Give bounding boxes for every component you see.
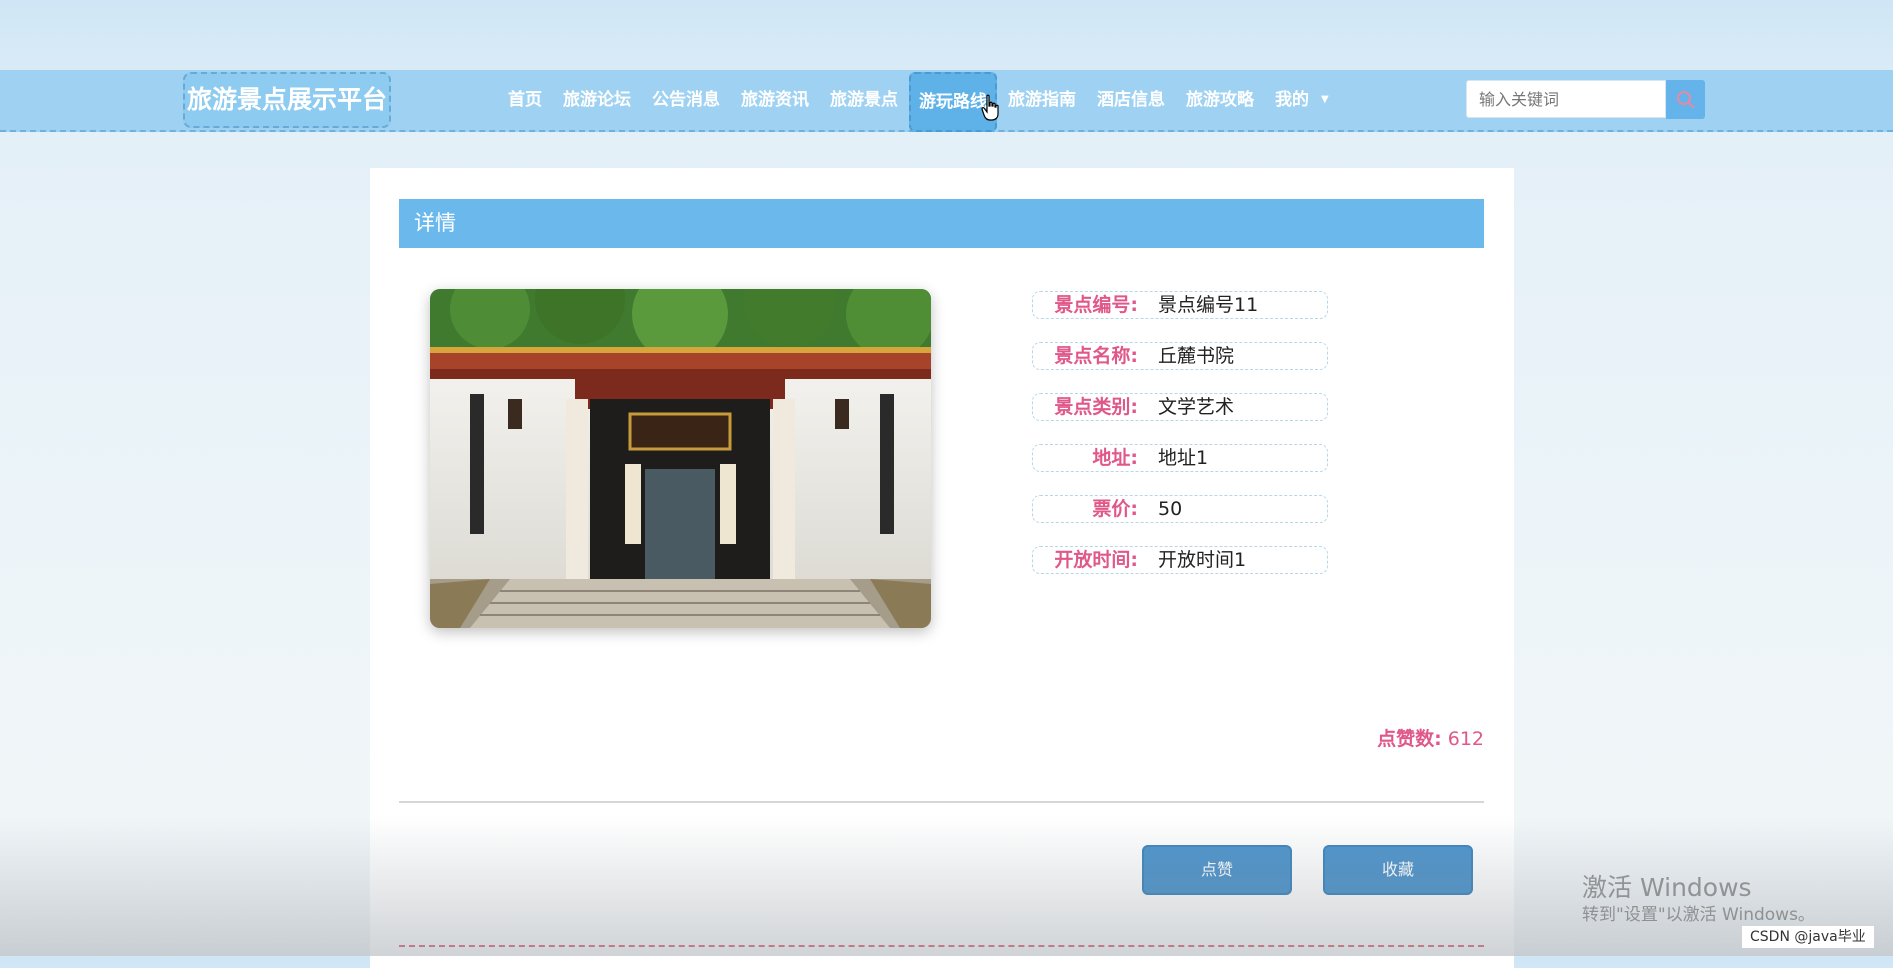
nav-item-strategy[interactable]: 旅游攻略 bbox=[1176, 70, 1264, 130]
info-row-code: 景点编号: 景点编号11 bbox=[1032, 291, 1328, 319]
nav-item-guide[interactable]: 旅游指南 bbox=[998, 70, 1086, 130]
info-label-address: 地址: bbox=[1092, 447, 1138, 469]
nav-item-attractions[interactable]: 旅游景点 bbox=[820, 70, 908, 130]
likes-number: 612 bbox=[1447, 728, 1484, 750]
nav-item-home[interactable]: 首页 bbox=[498, 70, 552, 130]
info-value-code: 景点编号11 bbox=[1158, 294, 1259, 316]
nav-item-forum[interactable]: 旅游论坛 bbox=[553, 70, 641, 130]
nav-item-mine[interactable]: 我的 ▼ bbox=[1265, 70, 1339, 130]
info-value-price: 50 bbox=[1158, 498, 1183, 520]
search-input[interactable]: 输入关键词 bbox=[1466, 80, 1666, 118]
bottom-dashed-divider bbox=[399, 945, 1484, 947]
info-value-address: 地址1 bbox=[1158, 447, 1209, 469]
nav-item-mine-label: 我的 bbox=[1275, 90, 1309, 110]
info-label-hours: 开放时间: bbox=[1054, 549, 1138, 571]
info-row-hours: 开放时间: 开放时间1 bbox=[1032, 546, 1328, 574]
chevron-down-icon: ▼ bbox=[1321, 94, 1329, 105]
mouse-pointer-hand-icon bbox=[981, 94, 999, 121]
info-value-category: 文学艺术 bbox=[1158, 396, 1235, 418]
info-label-price: 票价: bbox=[1092, 498, 1138, 520]
info-row-price: 票价: 50 bbox=[1032, 495, 1328, 523]
info-row-address: 地址: 地址1 bbox=[1032, 444, 1328, 472]
info-row-name: 景点名称: 丘麓书院 bbox=[1032, 342, 1328, 370]
likes-label: 点赞数: bbox=[1377, 728, 1442, 750]
info-row-category: 景点类别: 文学艺术 bbox=[1032, 393, 1328, 421]
detail-heading: 详情 bbox=[399, 199, 1484, 248]
main-nav: 首页 旅游论坛 公告消息 旅游资讯 旅游景点 游玩路线 旅游指南 酒店信息 旅游… bbox=[498, 70, 1340, 132]
info-label-code: 景点编号: bbox=[1054, 294, 1138, 316]
nav-item-news[interactable]: 旅游资讯 bbox=[731, 70, 819, 130]
likes-count: 点赞数: 612 bbox=[1330, 724, 1484, 751]
search-icon bbox=[1677, 91, 1695, 109]
info-value-name: 丘麓书院 bbox=[1158, 345, 1235, 367]
favorite-button[interactable]: 收藏 bbox=[1323, 845, 1473, 895]
site-logo-title[interactable]: 旅游景点展示平台 bbox=[183, 72, 392, 128]
search-button[interactable] bbox=[1666, 80, 1705, 119]
attraction-photo bbox=[430, 289, 931, 628]
info-label-category: 景点类别: bbox=[1054, 396, 1138, 418]
nav-item-notices[interactable]: 公告消息 bbox=[642, 70, 730, 130]
info-label-name: 景点名称: bbox=[1054, 345, 1138, 367]
like-button[interactable]: 点赞 bbox=[1142, 845, 1292, 895]
windows-activation-title: 激活 Windows bbox=[1582, 873, 1752, 902]
academy-gate-image bbox=[430, 289, 931, 628]
csdn-watermark: CSDN @java毕业 bbox=[1742, 926, 1874, 948]
windows-activation-subtitle: 转到"设置"以激活 Windows。 bbox=[1582, 905, 1815, 925]
divider bbox=[399, 801, 1484, 803]
info-value-hours: 开放时间1 bbox=[1158, 549, 1247, 571]
nav-item-hotels[interactable]: 酒店信息 bbox=[1087, 70, 1175, 130]
